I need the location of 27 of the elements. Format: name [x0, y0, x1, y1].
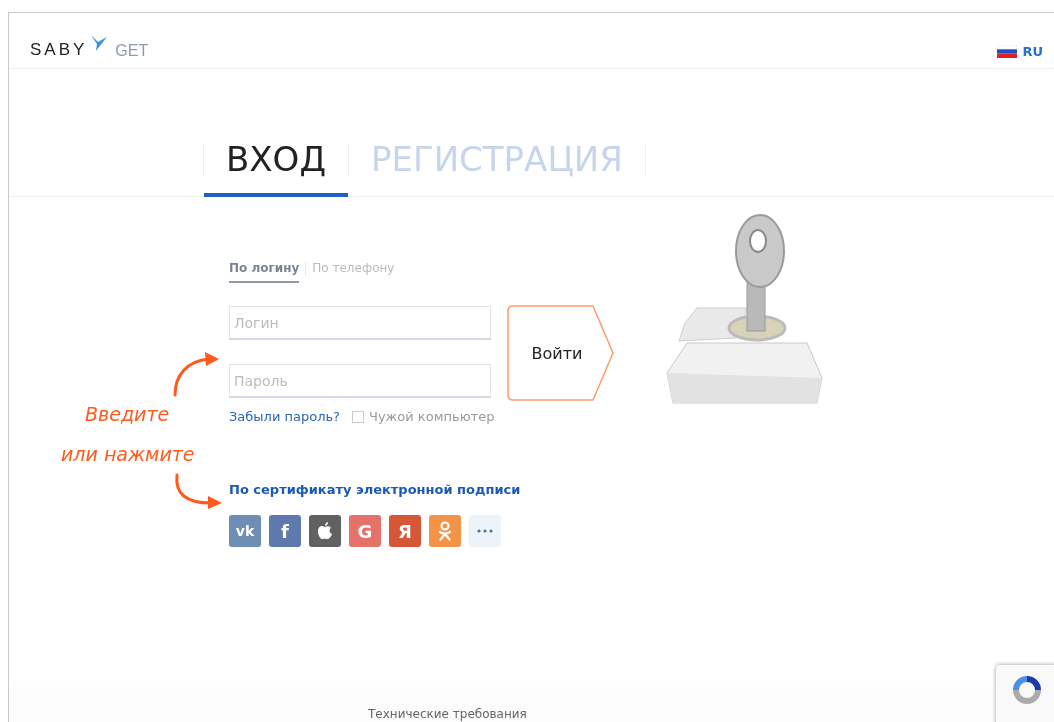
- forgot-password-link[interactable]: Забыли пароль?: [229, 409, 340, 424]
- yandex-login-button[interactable]: Я: [389, 515, 421, 547]
- certificate-login-link[interactable]: По сертификату электронной подписи: [229, 482, 521, 497]
- handwritten-note: Введите: [85, 403, 170, 425]
- login-mode-tab[interactable]: По логину: [229, 261, 300, 283]
- checkbox-label: Чужой компьютер: [369, 409, 495, 424]
- more-login-button[interactable]: [469, 515, 501, 547]
- login-button[interactable]: Войти: [507, 305, 615, 401]
- password-field[interactable]: Пароль: [229, 364, 491, 398]
- checkbox[interactable]: [352, 410, 364, 423]
- bird-icon: [89, 34, 110, 52]
- technical-requirements-link[interactable]: Технические требования: [368, 707, 527, 721]
- apple-login-button[interactable]: [309, 515, 341, 547]
- product-name: GET: [115, 42, 149, 60]
- login-field[interactable]: Логин: [229, 306, 491, 340]
- auth-tab[interactable]: ВХОД: [204, 139, 348, 197]
- google-login-button[interactable]: G: [349, 515, 381, 547]
- apple-icon: [317, 522, 333, 540]
- flag-icon: [997, 45, 1018, 58]
- handwritten-note: или нажмите: [61, 443, 195, 465]
- person-icon: [438, 521, 452, 541]
- facebook-login-button[interactable]: f: [269, 515, 301, 547]
- ok-login-button[interactable]: [429, 515, 461, 547]
- language-selector[interactable]: RU: [1022, 44, 1043, 59]
- more-icon: [477, 529, 493, 533]
- vk-login-button[interactable]: vk: [229, 515, 261, 547]
- brand-logo-text: SABY: [30, 40, 88, 60]
